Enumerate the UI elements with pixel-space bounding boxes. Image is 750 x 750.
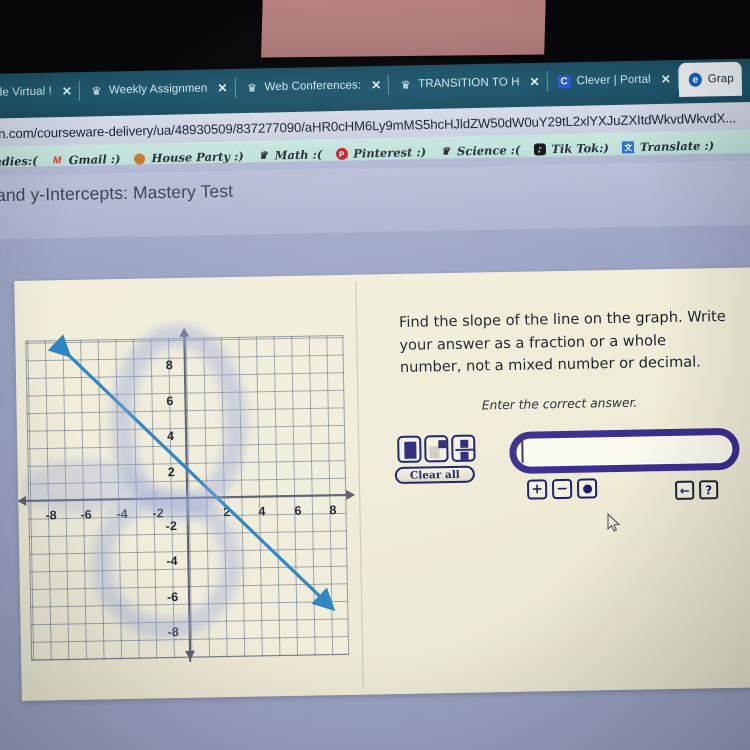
browser-tab-5-active[interactable]: e Grap bbox=[678, 61, 743, 98]
ship-icon: ♛ bbox=[246, 81, 258, 95]
nav-buttons: ← ? bbox=[674, 480, 719, 500]
coordinate-graph: -8 -6 -4 -2 2 4 6 8 8 6 4 2 -2 -4 -6 -8 bbox=[17, 322, 356, 662]
tab-close-icon[interactable]: ✕ bbox=[525, 75, 539, 89]
tab-close-icon[interactable]: ✕ bbox=[367, 78, 381, 92]
browser-tab-4[interactable]: C Clever | Portal ✕ bbox=[547, 63, 679, 98]
plus-button[interactable]: + bbox=[526, 479, 548, 500]
bookmark-label: Tik Tok:) bbox=[551, 140, 610, 157]
denominator-box-icon bbox=[460, 451, 469, 460]
gmail-icon: M bbox=[52, 154, 62, 166]
answer-input-wrapper[interactable] bbox=[509, 427, 740, 474]
help-button[interactable]: ? bbox=[698, 480, 719, 500]
tab-title: Grap bbox=[707, 72, 734, 86]
tab-close-icon[interactable]: ✕ bbox=[213, 81, 227, 95]
browser-tab-0[interactable]: de Virtual ! ✕ bbox=[0, 75, 80, 109]
tab-close-icon[interactable]: ✕ bbox=[657, 72, 671, 86]
tab-title: Web Conferences: bbox=[264, 79, 362, 94]
fraction-template-button[interactable] bbox=[451, 434, 476, 463]
exponent-box-icon bbox=[438, 440, 447, 449]
x-axis-right-arrow-icon bbox=[346, 489, 356, 500]
tiktok-icon: ♪ bbox=[533, 143, 547, 156]
numerator-box-icon bbox=[460, 439, 469, 448]
houseparty-icon bbox=[133, 152, 146, 165]
bookmark-item-science[interactable]: ♛ Science :( bbox=[439, 143, 521, 159]
question-hint: Enter the correct answer. bbox=[481, 395, 638, 413]
card-divider bbox=[355, 280, 364, 689]
math-template-buttons bbox=[397, 434, 476, 464]
y-axis-up-arrow-icon bbox=[179, 327, 190, 337]
question-card: -8 -6 -4 -2 2 4 6 8 8 6 4 2 -2 -4 -6 -8 bbox=[14, 267, 750, 701]
exponent-template-button[interactable] bbox=[424, 435, 449, 463]
plotted-line bbox=[47, 334, 336, 612]
backspace-button[interactable]: ← bbox=[674, 480, 695, 500]
bookmark-label: Translate :) bbox=[639, 138, 715, 155]
fraction-bar-icon bbox=[455, 448, 474, 451]
answer-input[interactable] bbox=[509, 427, 740, 474]
ship-icon: ♛ bbox=[91, 85, 102, 98]
clear-all-button[interactable]: Clear all bbox=[394, 465, 475, 485]
decimal-point-button[interactable] bbox=[576, 478, 598, 499]
mouse-cursor-icon bbox=[607, 513, 621, 532]
minus-button[interactable]: − bbox=[551, 478, 573, 500]
bookmark-item-tiktok[interactable]: ♪ Tik Tok:) bbox=[533, 141, 609, 157]
edge-icon: e bbox=[688, 72, 702, 87]
bookmark-item-translate[interactable]: 文 Translate :) bbox=[622, 138, 715, 155]
tab-close-icon[interactable]: ✕ bbox=[58, 84, 72, 98]
box-template-button[interactable] bbox=[397, 435, 422, 464]
ship-icon: ♛ bbox=[440, 145, 451, 158]
x-axis-left-arrow-icon bbox=[17, 495, 27, 506]
ship-icon: ♛ bbox=[400, 78, 411, 92]
question-prompt: Find the slope of the line on the graph.… bbox=[398, 307, 726, 377]
bookmark-label: Science :( bbox=[456, 142, 521, 159]
filled-box-icon bbox=[404, 441, 417, 459]
browser-tab-3[interactable]: ♛ TRANSITION TO H ✕ bbox=[389, 66, 548, 101]
tab-title: de Virtual ! bbox=[0, 85, 53, 99]
clever-icon: C bbox=[557, 74, 571, 88]
translate-icon: 文 bbox=[622, 141, 635, 154]
sign-buttons: + − bbox=[526, 478, 598, 500]
tab-title: Weekly Assignmen bbox=[108, 82, 208, 97]
tab-title: TRANSITION TO H bbox=[418, 76, 520, 91]
page-title: and y-Intercepts: Mastery Test bbox=[0, 180, 234, 206]
pinterest-icon: P bbox=[335, 147, 348, 161]
dot-icon bbox=[582, 483, 592, 494]
ship-icon: ♛ bbox=[258, 150, 268, 162]
pink-object-reflection bbox=[261, 0, 546, 58]
browser-tab-2[interactable]: ♛ Web Conferences: ✕ bbox=[235, 69, 389, 104]
screenshot-stage: de Virtual ! ✕ ♛ Weekly Assignmen ✕ ♛ We… bbox=[0, 0, 750, 750]
browser-tab-1[interactable]: ♛ Weekly Assignmen ✕ bbox=[80, 72, 236, 107]
tab-title: Clever | Portal bbox=[576, 73, 651, 88]
